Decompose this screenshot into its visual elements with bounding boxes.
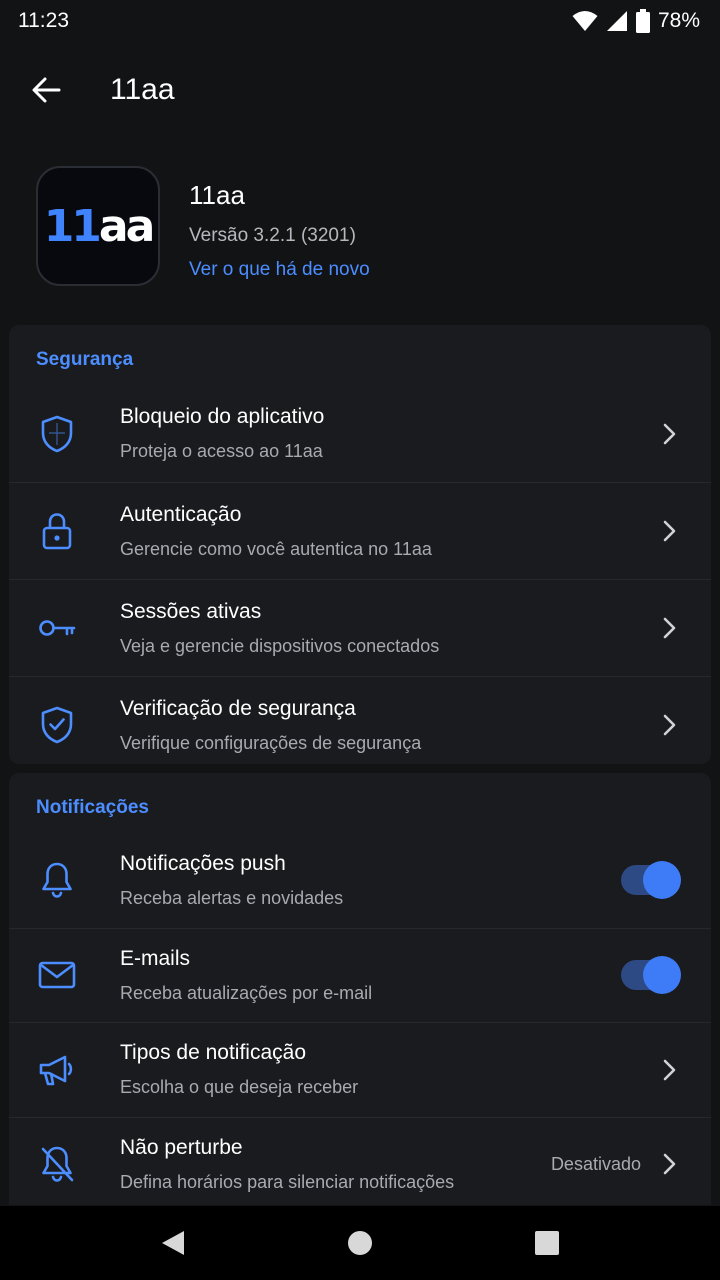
section-title-notifications: Notificações <box>36 797 149 818</box>
triangle-back-icon <box>162 1231 185 1255</box>
logo-text-number: 11 <box>43 200 102 252</box>
push-notifications-toggle[interactable] <box>621 861 681 900</box>
row-subtitle: Receba atualizações por e-mail <box>120 982 373 1003</box>
key-icon <box>39 620 76 636</box>
do-not-disturb-status: Desativado <box>550 1153 641 1174</box>
square-recents-icon <box>534 1231 559 1255</box>
row-active-sessions[interactable]: Sessões ativas Veja e gerencie dispositi… <box>9 579 711 676</box>
row-push-notifications[interactable]: Notificações push Receba alertas e novid… <box>9 833 711 928</box>
row-title: Verificação de segurança <box>120 696 356 720</box>
row-title: Tipos de notificação <box>120 1041 306 1065</box>
toggle-knob <box>643 956 681 995</box>
row-subtitle: Proteja o acesso ao 11aa <box>120 441 323 461</box>
arrow-left-icon <box>32 77 61 103</box>
chevron-right-icon <box>663 423 676 444</box>
page-title: 11aa <box>110 73 175 106</box>
mail-icon <box>38 961 76 989</box>
row-title: Bloqueio do aplicativo <box>120 405 325 428</box>
nav-back-button[interactable] <box>143 1213 203 1273</box>
row-title: Autenticação <box>120 502 242 526</box>
back-button[interactable] <box>18 62 74 118</box>
chevron-right-icon <box>663 714 676 736</box>
toggle-knob <box>643 861 681 900</box>
shield-icon <box>41 415 73 452</box>
row-title: Sessões ativas <box>120 599 262 623</box>
row-title: E-mails <box>120 946 191 970</box>
row-subtitle: Veja e gerencie dispositivos conectados <box>120 635 440 656</box>
section-title-security: Segurança <box>36 349 134 370</box>
emails-toggle[interactable] <box>621 956 681 995</box>
battery-icon <box>635 9 650 33</box>
row-subtitle: Defina horários para silenciar notificaç… <box>120 1171 455 1192</box>
row-security-check[interactable]: Verificação de segurança Verifique confi… <box>9 676 711 773</box>
bell-icon <box>42 862 72 899</box>
chevron-right-icon <box>663 1059 676 1081</box>
chevron-right-icon <box>663 520 676 542</box>
row-do-not-disturb[interactable]: Não perturbe Defina horários para silenc… <box>9 1116 711 1212</box>
status-bar: 11:23 78% <box>0 0 720 42</box>
lock-icon <box>42 513 72 550</box>
row-emails[interactable]: E-mails Receba atualizações por e-mail <box>9 927 711 1023</box>
shield-check-icon <box>41 706 73 744</box>
chevron-right-icon <box>663 1153 676 1175</box>
row-subtitle: Escolha o que deseja receber <box>120 1077 359 1098</box>
row-title: Notificações push <box>120 851 286 875</box>
signal-icon <box>606 11 627 31</box>
wifi-icon <box>572 11 598 31</box>
system-nav-bar <box>0 1206 720 1280</box>
row-title: Não perturbe <box>120 1135 243 1159</box>
status-icons: 78% <box>572 9 700 33</box>
row-subtitle: Gerencie como você autentica no 11aa <box>120 538 432 559</box>
status-time: 11:23 <box>18 9 69 32</box>
row-authentication[interactable]: Autenticação Gerencie como você autentic… <box>9 482 711 579</box>
megaphone-icon <box>39 1055 73 1086</box>
nav-home-button[interactable] <box>330 1213 390 1273</box>
chevron-right-icon <box>663 617 676 639</box>
circle-home-icon <box>347 1231 372 1255</box>
app-info-header: 11 aa 11aa Versão 3.2.1 (3201) Ver o que … <box>36 166 696 288</box>
app-meta: 11aa Versão 3.2.1 (3201) Ver o que há de… <box>189 166 370 281</box>
security-section: Segurança Bloqueio do aplicativo Proteja… <box>9 325 711 764</box>
app-bar: 11aa <box>0 56 720 124</box>
app-version: Versão 3.2.1 (3201) <box>189 225 356 246</box>
row-notification-types[interactable]: Tipos de notificação Escolha o que desej… <box>9 1022 711 1117</box>
battery-level: 78% <box>657 9 700 32</box>
bell-off-icon <box>41 1146 74 1183</box>
app-logo: 11 aa <box>36 166 160 286</box>
whats-new-link[interactable]: Ver o que há de novo <box>189 259 370 281</box>
notifications-section: Notificações Notificações push Receba al… <box>9 773 711 1205</box>
row-subtitle: Receba alertas e novidades <box>120 887 344 908</box>
row-subtitle: Verifique configurações de segurança <box>120 732 422 753</box>
row-app-lock[interactable]: Bloqueio do aplicativo Proteja o acesso … <box>9 385 711 482</box>
app-name: 11aa <box>189 180 245 210</box>
nav-recents-button[interactable] <box>517 1213 577 1273</box>
logo-text-letters: aa <box>98 200 155 252</box>
